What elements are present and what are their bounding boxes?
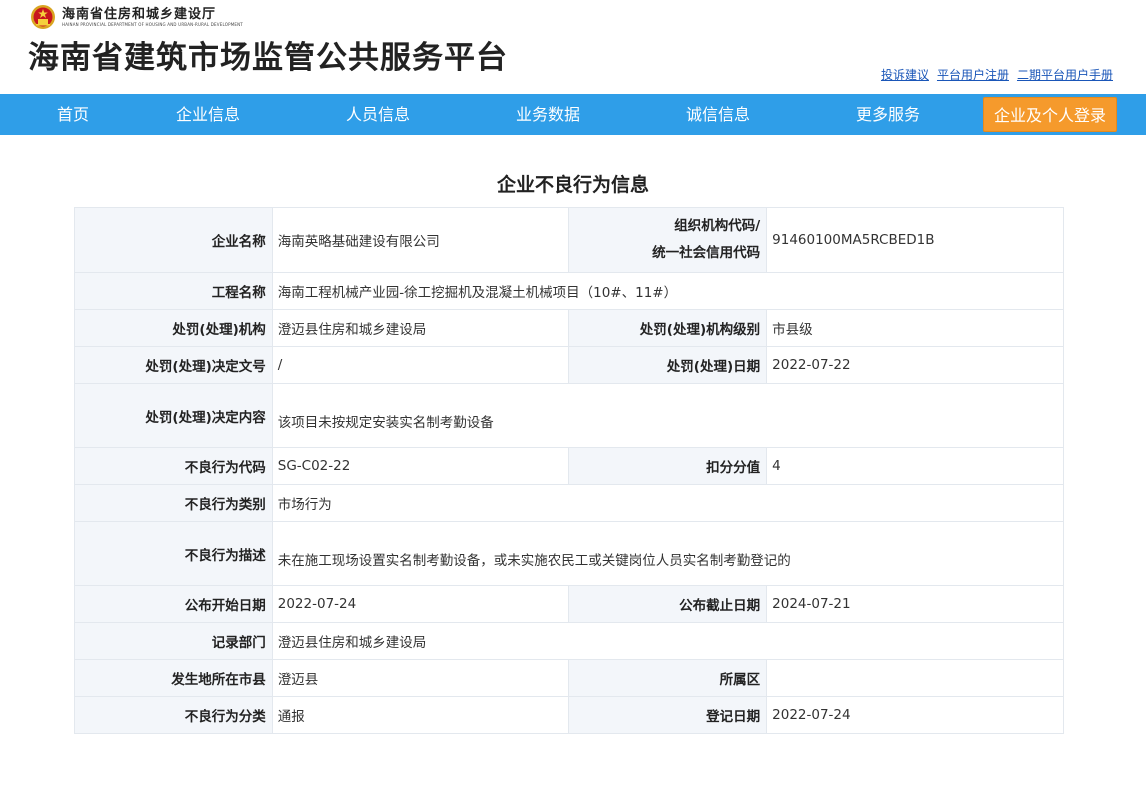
main-nav: 首页 企业信息 人员信息 业务数据 诚信信息 更多服务 企业及个人登录 [0, 94, 1146, 135]
nav-enterprise-info[interactable]: 企业信息 [153, 94, 263, 135]
company-value: 海南英略基础建设有限公司 [271, 207, 570, 273]
deduct-value: 4 [766, 447, 1064, 485]
behavior-code-value: SG-C02-22 [271, 447, 570, 485]
org-code-label: 组织机构代码/统一社会信用代码 [568, 207, 768, 273]
classification-label: 不良行为分类 [74, 696, 273, 734]
register-link[interactable]: 平台用户注册 [937, 66, 1009, 83]
behavior-code-label: 不良行为代码 [74, 447, 273, 485]
page-heading: 企业不良行为信息 [496, 174, 649, 196]
decision-date-value: 2022-07-22 [766, 346, 1064, 384]
decision-date-label: 处罚(处理)日期 [568, 346, 768, 384]
district-value [766, 659, 1064, 697]
company-label: 企业名称 [74, 207, 273, 273]
login-button[interactable]: 企业及个人登录 [983, 97, 1117, 132]
district-label: 所属区 [568, 659, 768, 697]
publish-end-label: 公布截止日期 [568, 585, 768, 623]
national-emblem-icon [31, 5, 55, 29]
agency-level-label: 处罚(处理)机构级别 [568, 309, 768, 347]
city-label: 发生地所在市县 [74, 659, 273, 697]
nav-home[interactable]: 首页 [18, 94, 128, 135]
complaint-link[interactable]: 投诉建议 [881, 66, 929, 83]
nav-personnel-info[interactable]: 人员信息 [323, 94, 433, 135]
register-date-label: 登记日期 [568, 696, 768, 734]
project-label: 工程名称 [74, 272, 273, 310]
agency-level-value: 市县级 [766, 309, 1064, 347]
org-code-label-line1: 组织机构代码/ [674, 218, 761, 234]
dept-logo[interactable]: 海南省住房和城乡建设厅 HAINAN PROVINCIAL DEPARTMENT… [30, 4, 243, 30]
table-row: 企业名称 海南英略基础建设有限公司 组织机构代码/统一社会信用代码 914601… [74, 207, 1064, 273]
register-date-value: 2022-07-24 [766, 696, 1064, 734]
publish-end-value: 2024-07-21 [766, 585, 1064, 623]
record-dept-label: 记录部门 [74, 622, 273, 660]
decision-content-value: 该项目未按规定安装实名制考勤设备 [271, 383, 1065, 448]
agency-label: 处罚(处理)机构 [74, 309, 273, 347]
table-row: 不良行为类别 市场行为 [74, 484, 1065, 522]
table-row: 不良行为代码 SG-C02-22 扣分分值 4 [74, 447, 1064, 485]
table-row: 不良行为分类 通报 登记日期 2022-07-24 [74, 696, 1064, 734]
city-value: 澄迈县 [271, 659, 570, 697]
top-links: 投诉建议 平台用户注册 二期平台用户手册 [881, 66, 1113, 83]
site-title: 海南省建筑市场监管公共服务平台 [28, 40, 508, 76]
org-code-label-line2: 统一社会信用代码 [652, 245, 761, 261]
table-row: 公布开始日期 2022-07-24 公布截止日期 2024-07-21 [74, 585, 1064, 623]
category-label: 不良行为类别 [74, 484, 273, 522]
decision-content-label: 处罚(处理)决定内容 [74, 383, 273, 448]
table-row: 工程名称 海南工程机械产业园-徐工挖掘机及混凝土机械项目（10#、11#） [74, 272, 1065, 310]
decision-no-value: / [271, 346, 570, 384]
deduct-label: 扣分分值 [568, 447, 768, 485]
dept-name-en: HAINAN PROVINCIAL DEPARTMENT OF HOUSING … [62, 21, 243, 27]
project-value: 海南工程机械产业园-徐工挖掘机及混凝土机械项目（10#、11#） [271, 272, 1065, 310]
record-dept-value: 澄迈县住房和城乡建设局 [271, 622, 1065, 660]
table-row: 不良行为描述 未在施工现场设置实名制考勤设备，或未实施农民工或关键岗位人员实名制… [74, 521, 1065, 586]
description-value: 未在施工现场设置实名制考勤设备，或未实施农民工或关键岗位人员实名制考勤登记的 [271, 521, 1065, 586]
table-row: 记录部门 澄迈县住房和城乡建设局 [74, 622, 1065, 660]
dept-name-cn: 海南省住房和城乡建设厅 [62, 6, 217, 22]
agency-value: 澄迈县住房和城乡建设局 [271, 309, 570, 347]
table-row: 处罚(处理)机构 澄迈县住房和城乡建设局 处罚(处理)机构级别 市县级 [74, 309, 1064, 347]
publish-start-value: 2022-07-24 [271, 585, 570, 623]
manual-link[interactable]: 二期平台用户手册 [1017, 66, 1113, 83]
nav-credit-info[interactable]: 诚信信息 [663, 94, 773, 135]
decision-no-label: 处罚(处理)决定文号 [74, 346, 273, 384]
table-row: 发生地所在市县 澄迈县 所属区 [74, 659, 1064, 697]
description-label: 不良行为描述 [74, 521, 273, 586]
site-header: 海南省住房和城乡建设厅 HAINAN PROVINCIAL DEPARTMENT… [0, 0, 1146, 94]
bad-behavior-table: 企业名称 海南英略基础建设有限公司 组织机构代码/统一社会信用代码 914601… [74, 207, 1065, 734]
publish-start-label: 公布开始日期 [74, 585, 273, 623]
category-value: 市场行为 [271, 484, 1065, 522]
table-row: 处罚(处理)决定文号 / 处罚(处理)日期 2022-07-22 [74, 346, 1064, 384]
classification-value: 通报 [271, 696, 570, 734]
nav-more-services[interactable]: 更多服务 [833, 94, 943, 135]
nav-business-data[interactable]: 业务数据 [493, 94, 603, 135]
table-row: 处罚(处理)决定内容 该项目未按规定安装实名制考勤设备 [74, 383, 1065, 448]
org-code-value: 91460100MA5RCBED1B [766, 207, 1064, 273]
